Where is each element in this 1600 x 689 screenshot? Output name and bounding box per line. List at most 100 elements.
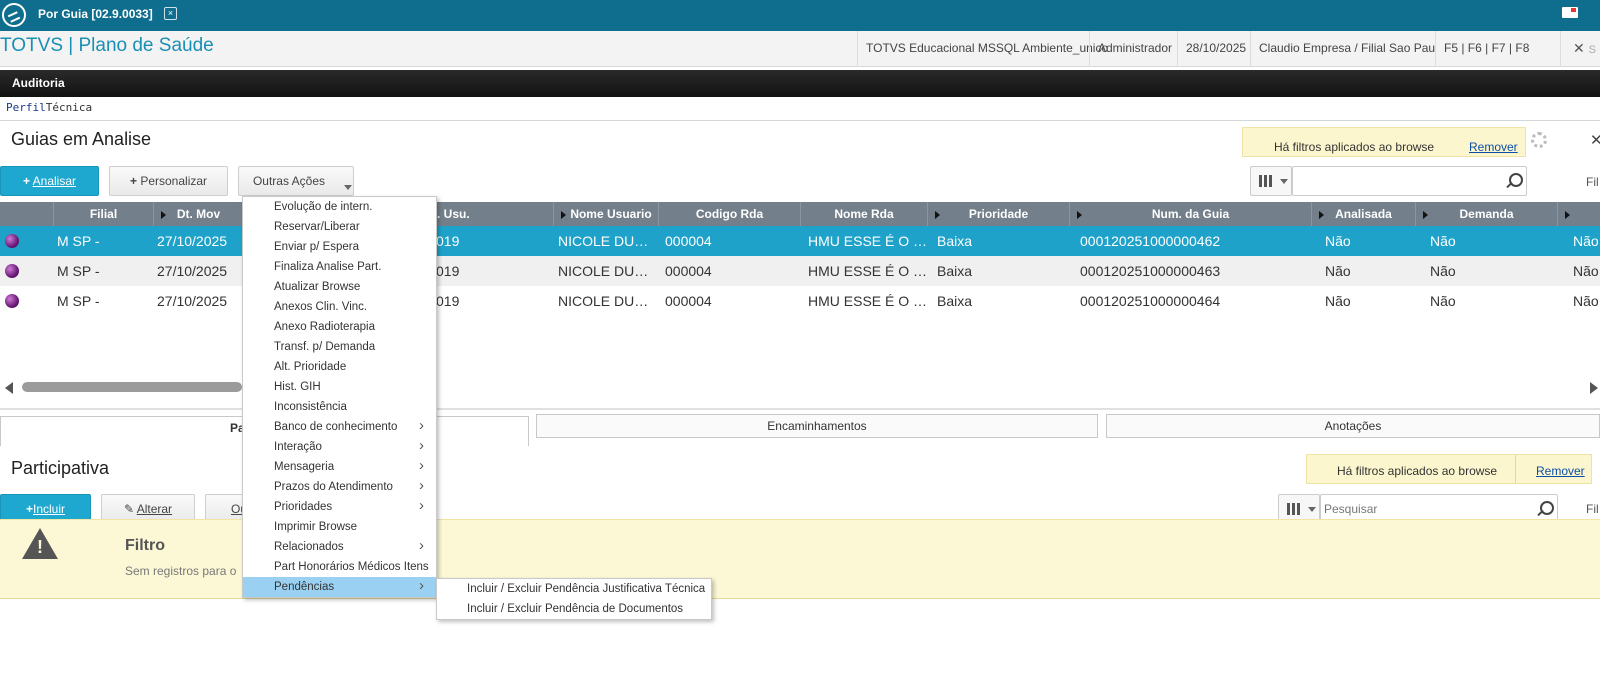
cell-extra: Não (1573, 263, 1599, 279)
menu-item-evolucao[interactable]: Evolução de intern. (243, 197, 436, 217)
remove-filter-link[interactable]: Remover (1469, 140, 1518, 154)
col-demanda[interactable]: Demanda (1415, 202, 1557, 226)
menu-item-relacionados[interactable]: Relacionados (243, 536, 436, 557)
menu-item-transf-demanda[interactable]: Transf. p/ Demanda (243, 337, 436, 357)
cell-dt: 27/10/2025 (157, 263, 228, 279)
remove-filter-link[interactable]: Remover (1536, 464, 1585, 478)
exit-button[interactable]: ✕ S (1560, 31, 1600, 67)
personalizar-label: Personalizar (140, 174, 208, 188)
col-dt-mov[interactable]: Dt. Mov (153, 202, 243, 226)
col-demanda-label: Demanda (1459, 207, 1514, 221)
settings-gear-icon[interactable] (1531, 132, 1547, 148)
analisar-button[interactable]: + Analisar (0, 166, 99, 196)
app-title: TOTVS | Plano de Saúde (0, 35, 214, 56)
sort-arrow-icon (161, 211, 166, 219)
col-extra[interactable] (1557, 202, 1600, 226)
menu-item-imprimir[interactable]: Imprimir Browse (243, 517, 436, 537)
filter-notice-text: Há filtros aplicados ao browse (1337, 464, 1498, 478)
cell-usu: 019 (436, 233, 460, 249)
cell-rda: HMU ESSE É O … (808, 263, 928, 279)
scrollbar-thumb[interactable] (22, 382, 242, 392)
scroll-left-icon[interactable] (5, 382, 13, 394)
cell-nome: NICOLE DU… (558, 233, 649, 249)
menu-item-banco-conhecimento[interactable]: Banco de conhecimento (243, 416, 436, 437)
detail-filter-notice: Há filtros aplicados ao browse Remover (1306, 454, 1592, 484)
cell-filial: M SP - (57, 293, 100, 309)
cell-analisada: Não (1325, 263, 1351, 279)
mail-icon[interactable] (1562, 7, 1578, 18)
cell-codigo: 000004 (665, 233, 712, 249)
menu-item-radioterapia[interactable]: Anexo Radioterapia (243, 317, 436, 337)
cell-dt: 27/10/2025 (157, 233, 228, 249)
col-nome-usuario-label: Nome Usuario (570, 207, 652, 221)
menu-item-hist-gih[interactable]: Hist. GIH (243, 377, 436, 397)
search-icon[interactable] (1509, 173, 1523, 187)
menu-item-prioridades[interactable]: Prioridades (243, 496, 436, 517)
menu-item-part-honorarios[interactable]: Part Honorários Médicos Itens (243, 557, 436, 577)
menu-item-alt-prioridade[interactable]: Alt. Prioridade (243, 357, 436, 377)
col-nome-rda[interactable]: Nome Rda (800, 202, 927, 226)
col-num-guia-label: Num. da Guia (1151, 207, 1230, 221)
detail-title: Participativa (11, 458, 110, 478)
environment-info[interactable]: TOTVS Educacional MSSQL Ambiente_unico (857, 31, 1108, 67)
close-panel-icon[interactable]: ✕ (1590, 131, 1600, 149)
table-row[interactable]: M SP - 27/10/2025 019 NICOLE DU… 000004 … (0, 286, 1600, 316)
personalizar-button[interactable]: + Personalizar (109, 166, 228, 196)
plus-icon: + (22, 174, 30, 188)
sort-arrow-icon (1423, 211, 1428, 219)
cell-demanda: Não (1430, 293, 1456, 309)
chevron-down-icon (344, 185, 352, 190)
browse-search-input[interactable] (1292, 166, 1527, 196)
cell-guia: 000120251000000464 (1080, 293, 1221, 309)
tab-encaminhamentos[interactable]: Encaminhamentos (536, 414, 1098, 438)
col-codigo-rda[interactable]: Codigo Rda (658, 202, 800, 226)
col-nome-usuario[interactable]: Nome Usuario (553, 202, 658, 226)
warning-mark: ! (37, 537, 43, 557)
filter-label-cut: Fil (1586, 502, 1599, 516)
company-info[interactable]: Claudio Empresa / Filial Sao Paul (1250, 31, 1435, 67)
window-tab-title[interactable]: Por Guia [02.9.0033] (38, 7, 153, 21)
menu-item-reservar[interactable]: Reservar/Liberar (243, 217, 436, 237)
profile-line: PerfilTécnica (6, 101, 92, 114)
cell-extra: Não (1573, 233, 1599, 249)
menu-item-enviar-espera[interactable]: Enviar p/ Espera (243, 237, 436, 257)
menu-item-atualizar[interactable]: Atualizar Browse (243, 277, 436, 297)
menu-item-finaliza[interactable]: Finaliza Analise Part. (243, 257, 436, 277)
profile-label: Perfil (6, 101, 46, 114)
submenu-item-pendencia-documentos[interactable]: Incluir / Excluir Pendência de Documento… (437, 599, 711, 619)
col-usu[interactable]: . Usu. (428, 202, 553, 226)
menu-item-interacao[interactable]: Interação (243, 436, 436, 457)
top-bar (0, 0, 1600, 31)
cell-demanda: Não (1430, 263, 1456, 279)
menu-item-anexos[interactable]: Anexos Clin. Vinc. (243, 297, 436, 317)
table-row[interactable]: M SP - 27/10/2025 019 NICOLE DU… 000004 … (0, 226, 1600, 256)
menu-item-prazos[interactable]: Prazos do Atendimento (243, 476, 436, 497)
table-row[interactable]: M SP - 27/10/2025 019 NICOLE DU… 000004 … (0, 256, 1600, 286)
col-num-guia[interactable]: Num. da Guia (1069, 202, 1311, 226)
empty-filter-message: Sem registros para o (125, 564, 237, 578)
date-info[interactable]: 28/10/2025 (1177, 31, 1250, 67)
col-prioridade[interactable]: Prioridade (927, 202, 1069, 226)
menu-item-pendencias[interactable]: Pendências (243, 576, 436, 597)
cell-extra: Não (1573, 293, 1599, 309)
empty-filter-panel (0, 519, 1600, 599)
col-analisada-label: Analisada (1335, 207, 1392, 221)
browse-title: Guias em Analise (11, 129, 152, 149)
menu-item-inconsistencia[interactable]: Inconsistência (243, 397, 436, 417)
status-dot-icon (5, 234, 19, 248)
plus-icon: + (25, 502, 33, 516)
col-filial[interactable]: Filial (53, 202, 153, 226)
col-analisada[interactable]: Analisada (1311, 202, 1415, 226)
incluir-label: Incluir (33, 502, 66, 516)
submenu-item-pendencia-justificativa[interactable]: Incluir / Excluir Pendência Justificativ… (437, 579, 711, 599)
status-dot-icon (5, 294, 19, 308)
outras-acoes-button[interactable]: Outras Ações (238, 166, 354, 196)
tab-anotacoes[interactable]: Anotações (1106, 414, 1600, 438)
columns-toggle-button[interactable] (1250, 166, 1292, 196)
close-tab-icon[interactable]: × (164, 7, 177, 20)
menu-item-mensageria[interactable]: Mensageria (243, 456, 436, 477)
user-info[interactable]: Administrador (1089, 31, 1177, 67)
search-icon[interactable] (1540, 501, 1554, 515)
shortcuts-info[interactable]: F5 | F6 | F7 | F8 (1435, 31, 1560, 67)
scroll-right-icon[interactable] (1590, 382, 1598, 394)
